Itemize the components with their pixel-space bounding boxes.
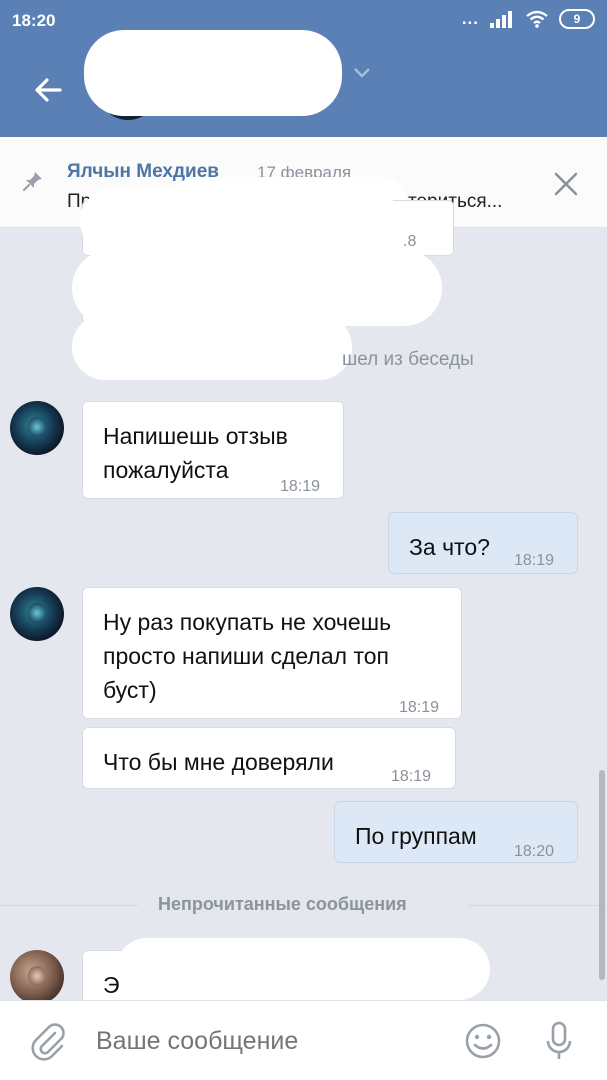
emoji-icon[interactable]: [463, 1021, 503, 1061]
message-bubble-outgoing[interactable]: По группам 18:20: [334, 801, 578, 863]
message-time: 18:20: [514, 843, 555, 860]
system-message: шел из беседы: [342, 349, 474, 370]
unread-label: Непрочитанные сообщения: [158, 894, 407, 914]
redaction-system: [72, 314, 352, 380]
close-icon[interactable]: [553, 171, 579, 197]
microphone-icon[interactable]: [544, 1019, 574, 1063]
message-text: Ну раз покупать не хочешь просто напиши …: [103, 609, 392, 703]
redaction-last: [116, 938, 490, 1000]
unread-divider: Непрочитанные сообщения: [0, 894, 607, 914]
chevron-down-icon[interactable]: [352, 66, 372, 80]
signal-icon: [490, 11, 512, 28]
status-icons: ... 9: [462, 9, 595, 29]
pin-icon: [22, 172, 42, 192]
redaction-header: [84, 30, 342, 116]
message-bubble-outgoing[interactable]: За что? 18:19: [388, 512, 578, 574]
paperclip-icon[interactable]: [28, 1021, 68, 1061]
message-bubble[interactable]: Ну раз покупать не хочешь просто напиши …: [82, 587, 462, 719]
message-text: Напишешь отзыв пожалуйста: [103, 423, 288, 483]
wifi-icon: [526, 10, 548, 28]
battery-icon: 9: [559, 9, 595, 29]
message-time: 18:19: [391, 768, 432, 785]
message-composer: [0, 1000, 607, 1080]
scrollbar[interactable]: [599, 770, 605, 980]
app-bar: 18:20 ... 9: [0, 0, 607, 137]
message-bubble[interactable]: Что бы мне доверяли 18:19: [82, 727, 456, 789]
message-time: 18:19: [514, 552, 555, 569]
message-text: По группам: [355, 823, 477, 849]
notification-dots: ...: [461, 9, 479, 28]
redaction-messages: [80, 188, 400, 254]
status-time: 18:20: [12, 11, 56, 30]
message-text: Что бы мне доверяли: [103, 749, 334, 775]
message-input[interactable]: [96, 1023, 436, 1059]
sender-avatar[interactable]: [10, 401, 64, 455]
message-time: 18:19: [280, 478, 321, 495]
message-bubble[interactable]: Напишешь отзыв пожалуйста 18:19: [82, 401, 344, 499]
sender-avatar[interactable]: [10, 950, 64, 1004]
back-arrow-icon[interactable]: [30, 70, 70, 110]
message-text: За что?: [409, 534, 490, 560]
message-time: 18:19: [399, 699, 440, 716]
sender-avatar[interactable]: [10, 587, 64, 641]
